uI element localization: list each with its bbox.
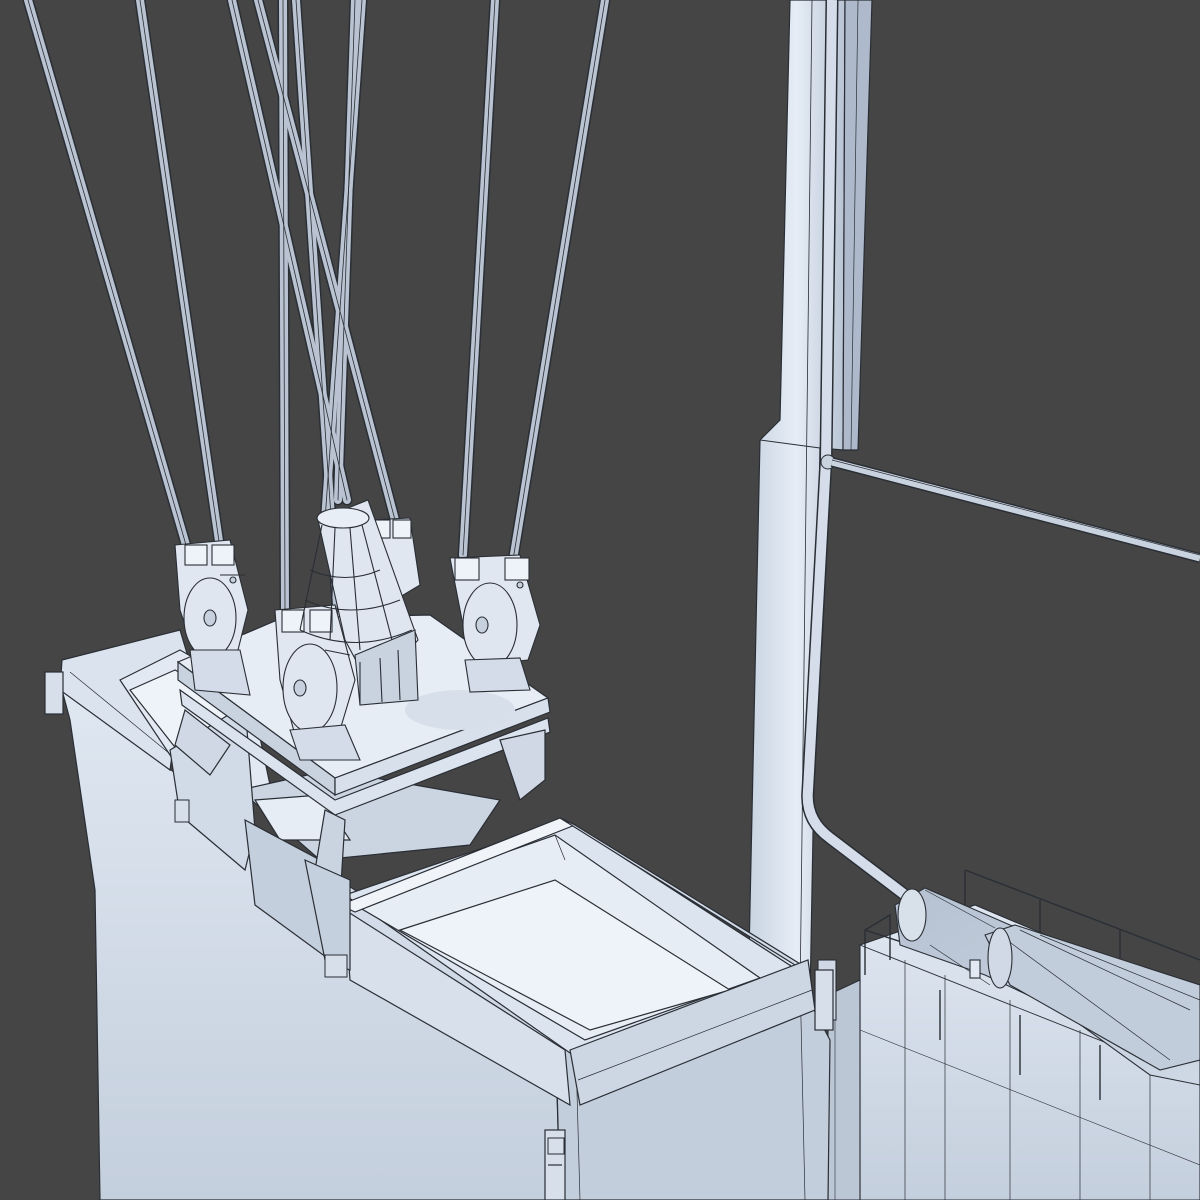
render-viewport: [0, 0, 1200, 1200]
render-canvas: [0, 0, 1200, 1200]
